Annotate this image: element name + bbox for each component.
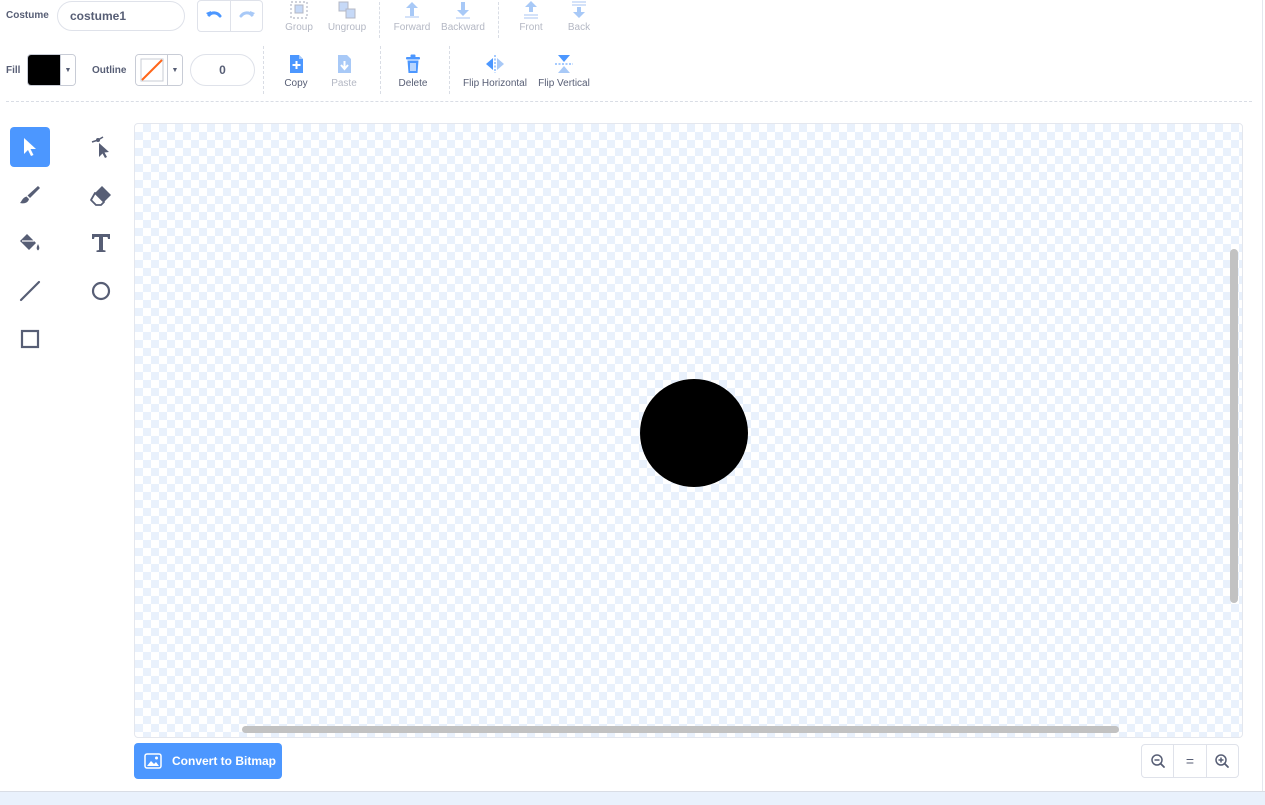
undo-icon: [206, 11, 222, 18]
backward-button[interactable]: Backward: [440, 0, 486, 33]
zoom-in-button[interactable]: [1205, 745, 1238, 777]
text-icon: [92, 234, 110, 252]
ungroup-label: Ungroup: [327, 22, 367, 33]
circle-icon: [91, 281, 111, 301]
group-label: Group: [285, 22, 313, 33]
fill-color-swatch: [28, 55, 61, 85]
paint-editor: Costume costume1 Group Ungroup Forward B…: [0, 0, 1265, 805]
group-button[interactable]: Group: [283, 0, 315, 33]
convert-label: Convert to Bitmap: [172, 754, 277, 768]
canvas-circle-shape[interactable]: [640, 379, 748, 487]
reshape-tool[interactable]: [81, 127, 121, 167]
zoom-controls: =: [1141, 744, 1239, 778]
flip-vertical-icon: [555, 55, 573, 73]
rectangle-icon: [20, 329, 40, 349]
arrow-cursor-icon: [24, 138, 36, 156]
paste-icon: [338, 55, 351, 73]
delete-label: Delete: [398, 78, 428, 89]
flip-vertical-button[interactable]: Flip Vertical: [536, 53, 592, 89]
drawing-canvas[interactable]: [134, 123, 1243, 738]
front-button[interactable]: Front: [515, 0, 547, 33]
circle-tool[interactable]: [81, 271, 121, 311]
undo-button[interactable]: [198, 1, 231, 31]
ungroup-icon: [338, 1, 356, 19]
back-icon: [572, 1, 586, 18]
costume-name-input[interactable]: costume1: [57, 1, 185, 31]
panel-bottom-edge: [0, 791, 1265, 805]
line-icon: [19, 280, 41, 302]
panel-border: [1262, 0, 1263, 791]
vertical-scrollbar[interactable]: [1230, 249, 1238, 603]
flip-vertical-label: Flip Vertical: [538, 78, 590, 89]
back-label: Back: [567, 22, 591, 33]
convert-to-bitmap-button[interactable]: Convert to Bitmap: [134, 743, 282, 779]
outline-color-picker[interactable]: ▼: [135, 54, 183, 86]
copy-button[interactable]: Copy: [281, 53, 311, 89]
no-color-icon: [140, 58, 164, 82]
zoom-in-icon: [1215, 754, 1230, 768]
zoom-reset-button[interactable]: =: [1173, 745, 1205, 777]
zoom-out-icon: [1150, 754, 1165, 768]
flip-horizontal-button[interactable]: Flip Horizontal: [462, 53, 528, 89]
forward-icon: [405, 2, 419, 18]
outline-color-swatch: [136, 55, 168, 85]
front-label: Front: [519, 22, 543, 33]
flip-horizontal-label: Flip Horizontal: [463, 78, 527, 89]
rectangle-tool[interactable]: [10, 319, 50, 359]
eraser-icon: [90, 186, 111, 206]
redo-button[interactable]: [231, 1, 262, 31]
text-tool[interactable]: [81, 223, 121, 263]
brush-icon: [20, 186, 40, 204]
reshape-icon: [91, 136, 109, 158]
delete-button[interactable]: Delete: [396, 53, 430, 89]
backward-label: Backward: [441, 22, 485, 33]
copy-icon: [290, 55, 303, 73]
group-icon: [290, 1, 308, 19]
undo-redo-group: [197, 0, 263, 32]
forward-button[interactable]: Forward: [392, 0, 432, 33]
zoom-out-button[interactable]: [1142, 745, 1173, 777]
line-tool[interactable]: [10, 271, 50, 311]
outline-caret-icon: ▼: [167, 55, 182, 85]
backward-icon: [456, 2, 470, 19]
redo-icon: [239, 11, 255, 18]
fill-label: Fill: [6, 65, 21, 76]
paste-button[interactable]: Paste: [328, 53, 360, 89]
forward-label: Forward: [393, 22, 431, 33]
costume-label: Costume: [6, 10, 49, 21]
flip-horizontal-icon: [486, 55, 504, 73]
back-button[interactable]: Back: [563, 0, 595, 33]
copy-label: Copy: [284, 78, 308, 89]
paint-bucket-icon: [20, 234, 40, 251]
brush-tool[interactable]: [10, 175, 50, 215]
eraser-tool[interactable]: [81, 175, 121, 215]
fill-tool[interactable]: [10, 223, 50, 263]
image-icon: [144, 753, 162, 769]
horizontal-scrollbar[interactable]: [242, 726, 1119, 733]
select-tool[interactable]: [10, 127, 50, 167]
trash-icon: [406, 54, 420, 73]
fill-caret-icon: ▼: [60, 55, 75, 85]
canvas-artwork: [640, 379, 748, 487]
outline-width-input[interactable]: 0: [190, 54, 255, 86]
ungroup-button[interactable]: Ungroup: [326, 0, 368, 33]
outline-label: Outline: [92, 65, 127, 76]
toolbar-divider: [6, 101, 1252, 102]
fill-color-picker[interactable]: ▼: [27, 54, 76, 86]
front-icon: [524, 1, 538, 19]
paste-label: Paste: [331, 78, 357, 89]
